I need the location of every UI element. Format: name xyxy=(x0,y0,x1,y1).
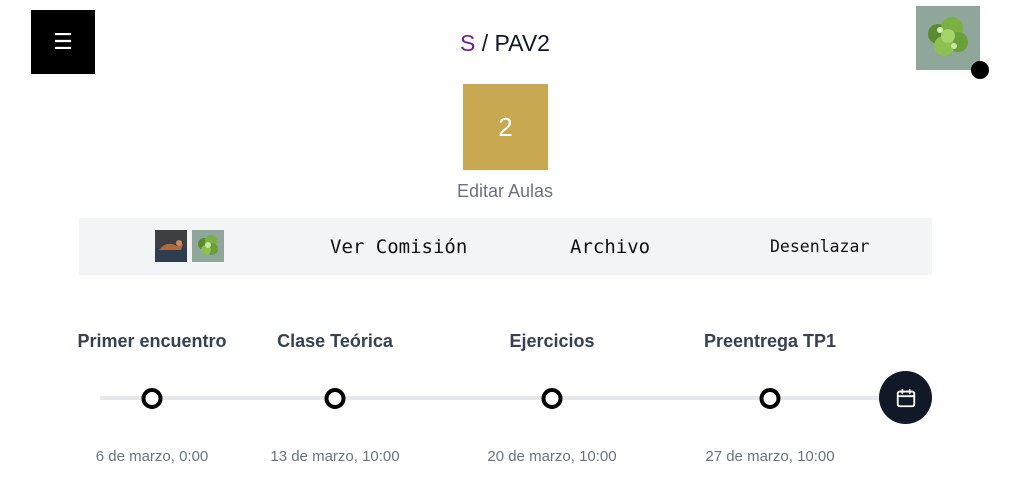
breadcrumb-parent[interactable]: S xyxy=(460,30,475,56)
ver-comision-button[interactable]: Ver Comisión xyxy=(330,218,467,275)
timeline: Primer encuentro 6 de marzo, 0:00 Clase … xyxy=(0,300,1010,503)
status-dot xyxy=(971,61,989,79)
avatar-image xyxy=(916,6,980,70)
user-avatar[interactable] xyxy=(916,6,989,79)
breadcrumb-current: PAV2 xyxy=(494,30,550,56)
breadcrumb-separator: / xyxy=(481,30,489,56)
thumbnail-image xyxy=(192,230,224,262)
counter-tile: 2 xyxy=(463,84,548,170)
timeline-event-marker[interactable] xyxy=(759,388,781,409)
timeline-event-marker[interactable] xyxy=(324,388,346,409)
calendar-icon xyxy=(896,388,915,407)
timeline-event-date: 20 de marzo, 10:00 xyxy=(487,448,617,465)
edit-aulas-link[interactable]: Editar Aulas xyxy=(0,181,1010,202)
counter-value: 2 xyxy=(498,111,513,142)
thumbnail-image xyxy=(155,230,187,262)
timeline-event-title: Ejercicios xyxy=(509,331,595,351)
timeline-event-marker[interactable] xyxy=(541,388,563,409)
desenlazar-button[interactable]: Desenlazar xyxy=(770,218,869,275)
timeline-event-title: Preentrega TP1 xyxy=(703,331,837,351)
timeline-event-date: 6 de marzo, 0:00 xyxy=(95,448,209,465)
breadcrumb: S / PAV2 xyxy=(0,28,1010,58)
thumbnail-group[interactable] xyxy=(155,230,224,262)
timeline-event-title: Primer encuentro xyxy=(77,331,227,351)
calendar-button[interactable] xyxy=(879,371,932,424)
timeline-event-marker[interactable] xyxy=(141,388,163,409)
archivo-button[interactable]: Archivo xyxy=(570,218,650,275)
timeline-event-date: 27 de marzo, 10:00 xyxy=(705,448,835,465)
action-bar: Ver Comisión Archivo Desenlazar xyxy=(79,218,932,275)
timeline-event-title: Clase Teórica xyxy=(277,331,393,351)
timeline-event-date: 13 de marzo, 10:00 xyxy=(270,448,400,465)
